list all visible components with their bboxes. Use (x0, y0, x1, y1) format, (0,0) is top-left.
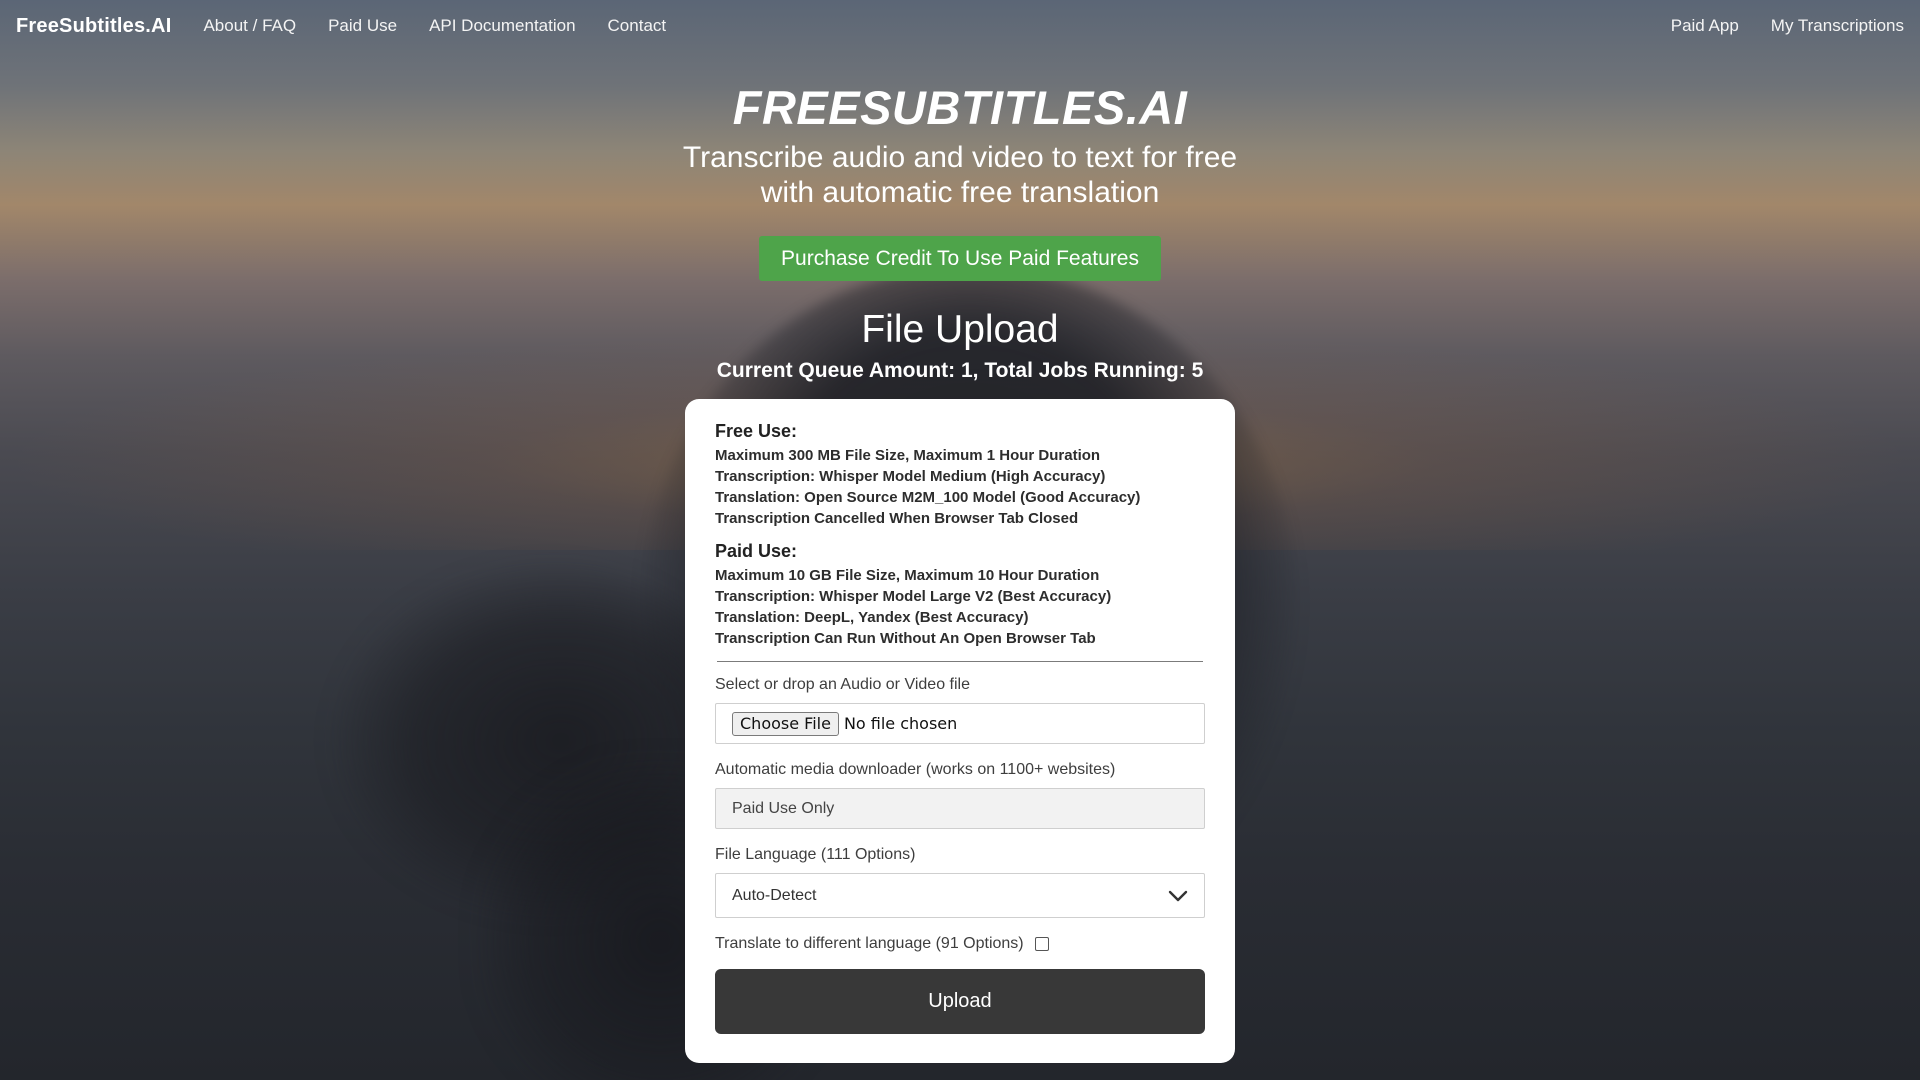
nav-right-group: Paid App My Transcriptions (1671, 16, 1904, 36)
paid-use-line: Transcription Can Run Without An Open Br… (715, 630, 1096, 647)
hero-subtitle: Transcribe audio and video to text for f… (682, 141, 1238, 209)
media-downloader-label: Automatic media downloader (works on 110… (715, 761, 1116, 778)
media-downloader-value: Paid Use Only (732, 799, 835, 817)
hero-title: FREESUBTITLES.AI (732, 81, 1188, 134)
nav-paid-app[interactable]: Paid App (1671, 16, 1739, 36)
paid-use-info: Paid Use: Maximum 10 GB File Size, Maxim… (715, 541, 1205, 649)
free-use-line: Maximum 300 MB File Size, Maximum 1 Hour… (715, 447, 1101, 464)
hero: FREESUBTITLES.AI Transcribe audio and vi… (0, 80, 1920, 383)
free-use-line: Transcription Cancelled When Browser Tab… (715, 510, 1079, 527)
brand-link[interactable]: FreeSubtitles.AI (16, 15, 171, 38)
divider (717, 661, 1203, 662)
nav-my-transcriptions[interactable]: My Transcriptions (1771, 16, 1904, 36)
nav-paid-use[interactable]: Paid Use (328, 16, 397, 36)
upload-button[interactable]: Upload (715, 969, 1205, 1034)
choose-file-button[interactable]: Choose File (732, 711, 839, 736)
free-use-line: Translation: Open Source M2M_100 Model (… (715, 489, 1141, 506)
translate-checkbox[interactable] (1034, 937, 1049, 951)
no-file-chosen-text: No file chosen (843, 714, 958, 733)
nav-api-documentation[interactable]: API Documentation (429, 16, 575, 36)
translate-label: Translate to different language (91 Opti… (715, 935, 1024, 952)
file-select-label: Select or drop an Audio or Video file (715, 676, 970, 693)
nav-about-faq[interactable]: About / FAQ (203, 16, 296, 36)
translate-option: Translate to different language (91 Opti… (715, 935, 1205, 953)
free-use-line: Transcription: Whisper Model Medium (Hig… (715, 468, 1106, 485)
paid-use-heading: Paid Use: (715, 541, 798, 561)
queue-status: Current Queue Amount: 1, Total Jobs Runn… (716, 359, 1204, 382)
navbar: FreeSubtitles.AI About / FAQ Paid Use AP… (0, 0, 1920, 52)
chevron-down-icon (1168, 889, 1188, 903)
paid-use-line: Translation: DeepL, Yandex (Best Accurac… (715, 609, 1029, 626)
file-language-value: Auto-Detect (732, 886, 817, 904)
file-upload-heading: File Upload (861, 308, 1059, 351)
file-input[interactable]: Choose File No file chosen (715, 703, 1205, 744)
file-language-label: File Language (111 Options) (715, 846, 916, 863)
paid-use-line: Maximum 10 GB File Size, Maximum 10 Hour… (715, 567, 1100, 584)
nav-contact[interactable]: Contact (608, 16, 667, 36)
purchase-credit-button[interactable]: Purchase Credit To Use Paid Features (759, 236, 1161, 281)
media-downloader-input[interactable]: Paid Use Only (715, 788, 1205, 829)
paid-use-line: Transcription: Whisper Model Large V2 (B… (715, 588, 1112, 605)
free-use-heading: Free Use: (715, 421, 798, 441)
file-language-select[interactable]: Auto-Detect (715, 873, 1205, 918)
free-use-info: Free Use: Maximum 300 MB File Size, Maxi… (715, 421, 1205, 529)
upload-card: Free Use: Maximum 300 MB File Size, Maxi… (685, 399, 1235, 1063)
